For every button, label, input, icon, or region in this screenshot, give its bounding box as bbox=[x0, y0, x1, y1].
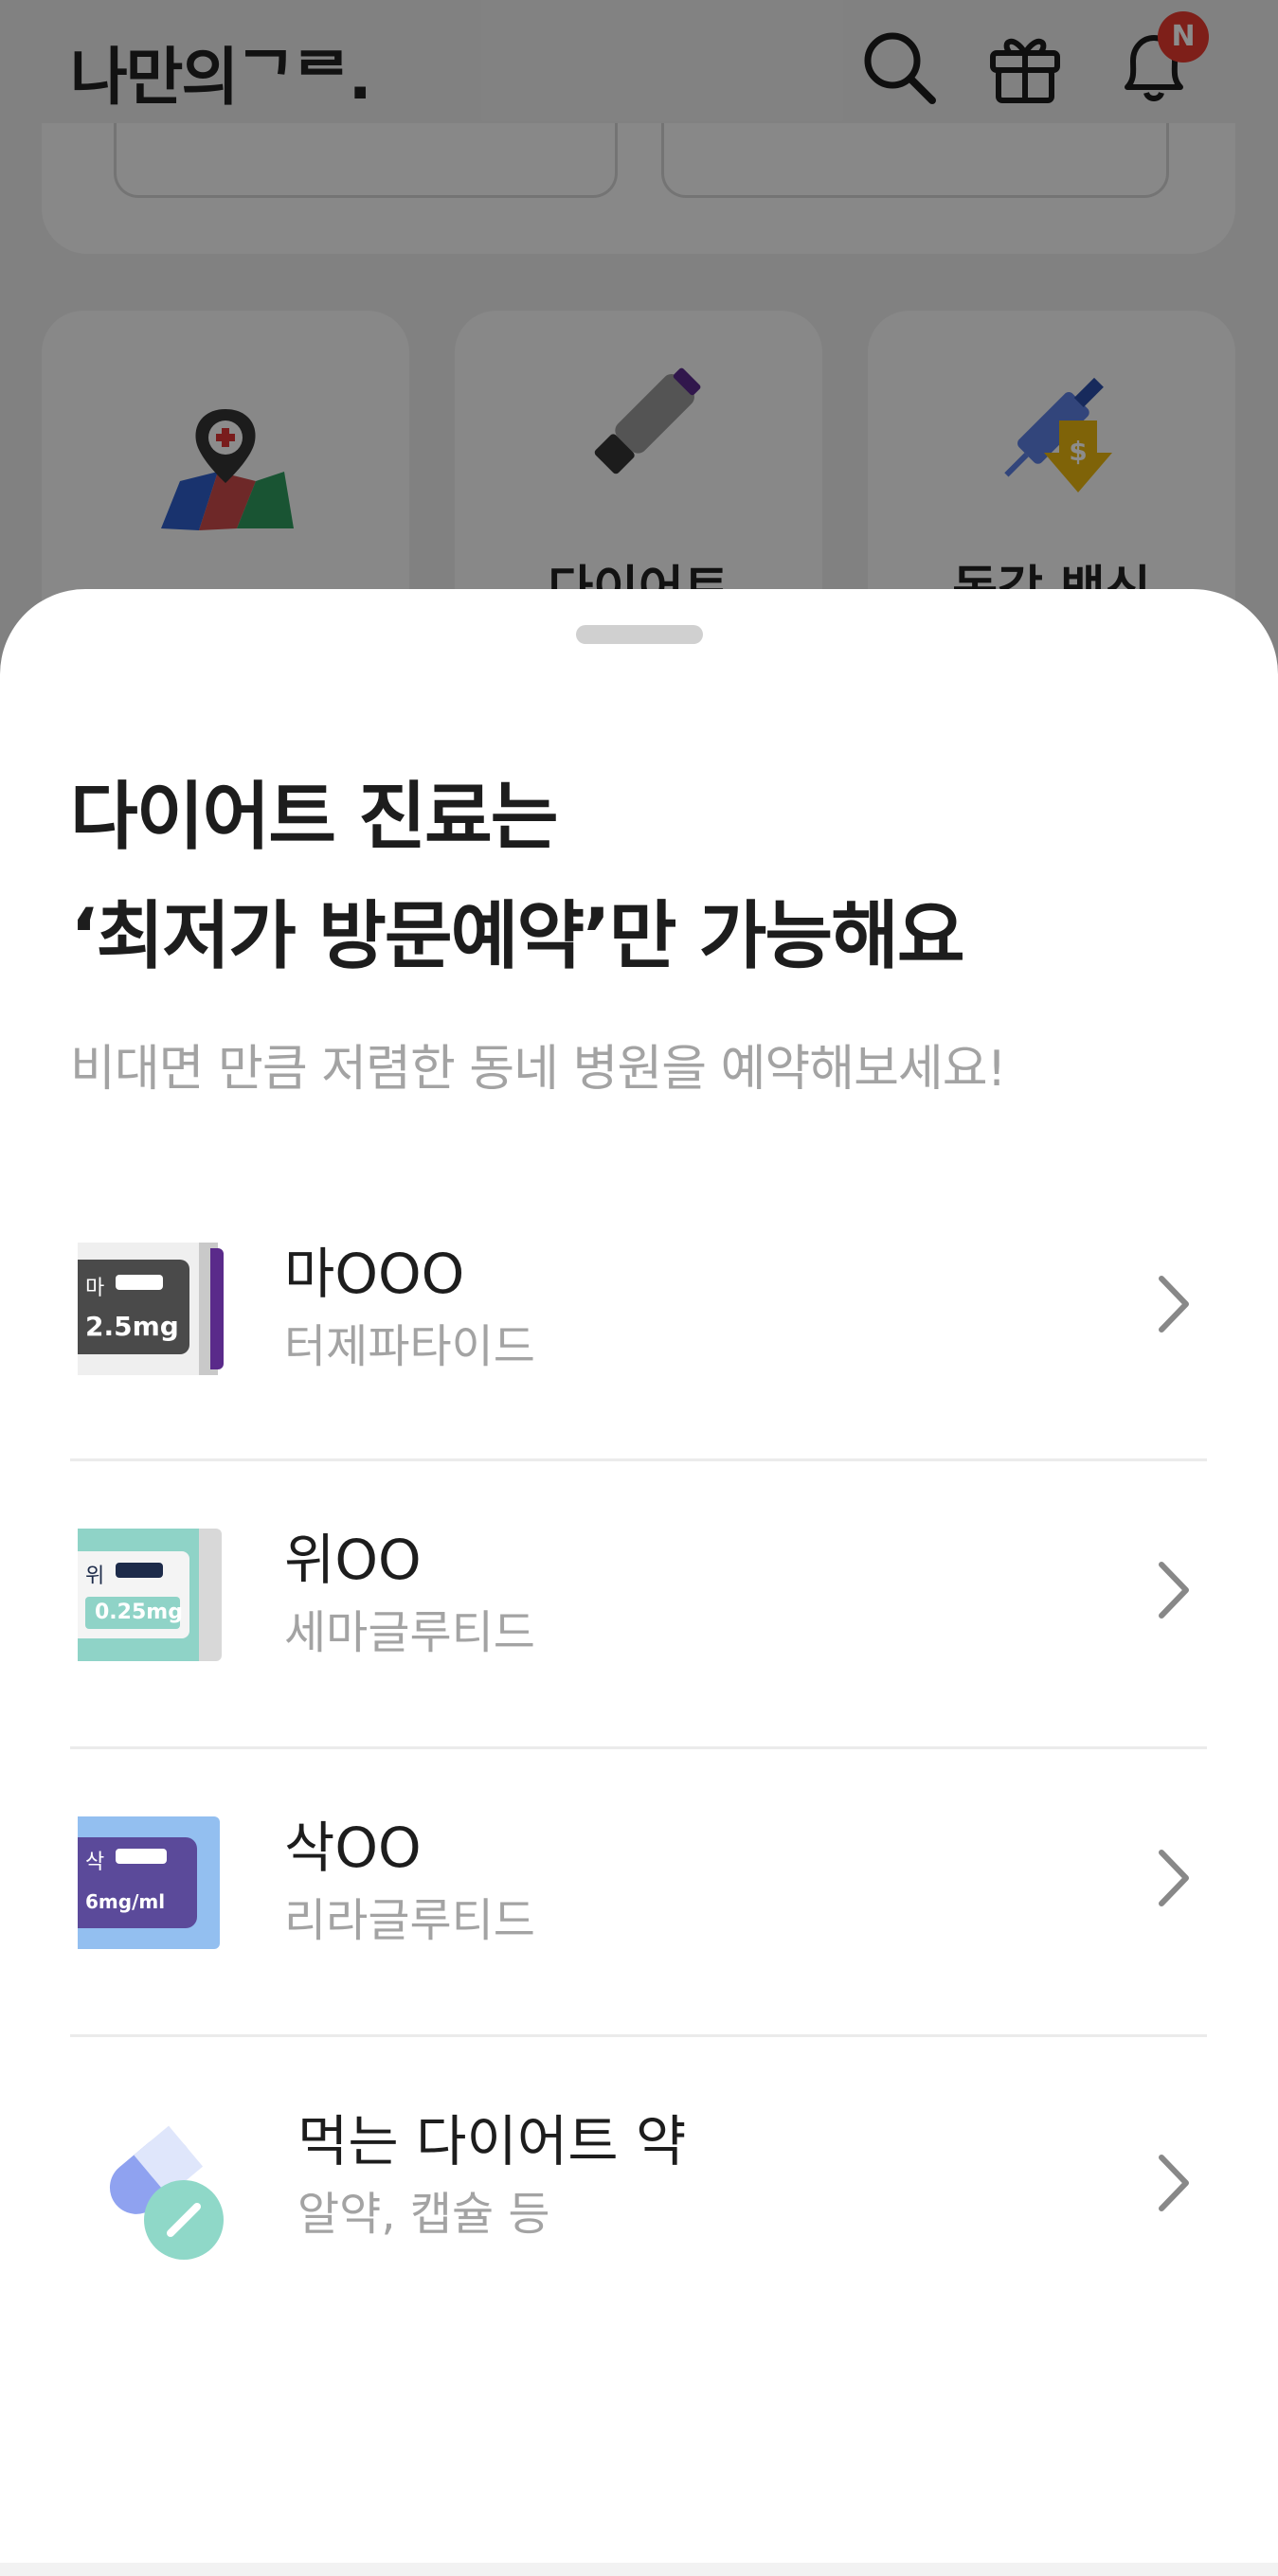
item-desc: 터제파타이드 bbox=[284, 1320, 535, 1373]
divider bbox=[70, 1458, 1207, 1461]
list-item-mounjaro[interactable]: 마 2.5mg 마OOO 터제파타이드 bbox=[70, 1176, 1207, 1460]
thumb-label: 마 bbox=[85, 1277, 105, 1300]
thumb-dose: 6mg/ml bbox=[85, 1890, 166, 1913]
chevron-right-icon bbox=[1159, 1276, 1189, 1333]
divider bbox=[70, 1746, 1207, 1749]
sheet-title-line2: ‘최저가 방문예약’만 가능해요 bbox=[70, 894, 965, 979]
item-desc: 세마글루티드 bbox=[284, 1606, 535, 1659]
pill-capsule-icon bbox=[109, 2125, 224, 2260]
sheet-drag-handle[interactable] bbox=[576, 625, 703, 644]
sheet-title-line1: 다이어트 진료는 bbox=[70, 775, 558, 860]
chevron-right-icon bbox=[1159, 1562, 1189, 1619]
thumb-dose: 2.5mg bbox=[85, 1311, 179, 1342]
chevron-right-icon bbox=[1159, 1850, 1189, 1906]
thumb-label: 위 bbox=[85, 1565, 105, 1588]
item-name: 마OOO bbox=[284, 1242, 465, 1306]
item-name: 먹는 다이어트 약 bbox=[297, 2109, 687, 2174]
chevron-right-icon bbox=[1159, 2155, 1189, 2211]
thumb-dose: 0.25mg bbox=[95, 1601, 183, 1624]
sheet-subtitle: 비대면 만큼 저렴한 동네 병원을 예약해보세요! bbox=[70, 1041, 1006, 1098]
bottom-sheet: 다이어트 진료는 ‘최저가 방문예약’만 가능해요 비대면 만큼 저렴한 동네 … bbox=[0, 589, 1278, 2576]
item-name: 위OO bbox=[284, 1528, 422, 1592]
item-name: 삭OO bbox=[284, 1816, 422, 1880]
list-item-wegovy[interactable]: 위 0.25mg 위OO 세마글루티드 bbox=[70, 1462, 1207, 1746]
item-desc: 알약, 캡슐 등 bbox=[297, 2188, 550, 2241]
divider bbox=[70, 2034, 1207, 2037]
item-desc: 리라글루티드 bbox=[284, 1894, 535, 1947]
wegovy-box-icon: 위 0.25mg bbox=[70, 1529, 231, 1661]
list-item-saxenda[interactable]: 삭 6mg/ml 삭OO 리라글루티드 bbox=[70, 1750, 1207, 2034]
bottom-safe-area bbox=[0, 2563, 1278, 2576]
mounjaro-box-icon: 마 2.5mg bbox=[70, 1243, 231, 1375]
thumb-label: 삭 bbox=[85, 1851, 105, 1874]
saxenda-box-icon: 삭 6mg/ml bbox=[70, 1816, 231, 1949]
list-item-oral-diet-pill[interactable]: 먹는 다이어트 약 알약, 캡슐 등 bbox=[70, 2038, 1207, 2341]
